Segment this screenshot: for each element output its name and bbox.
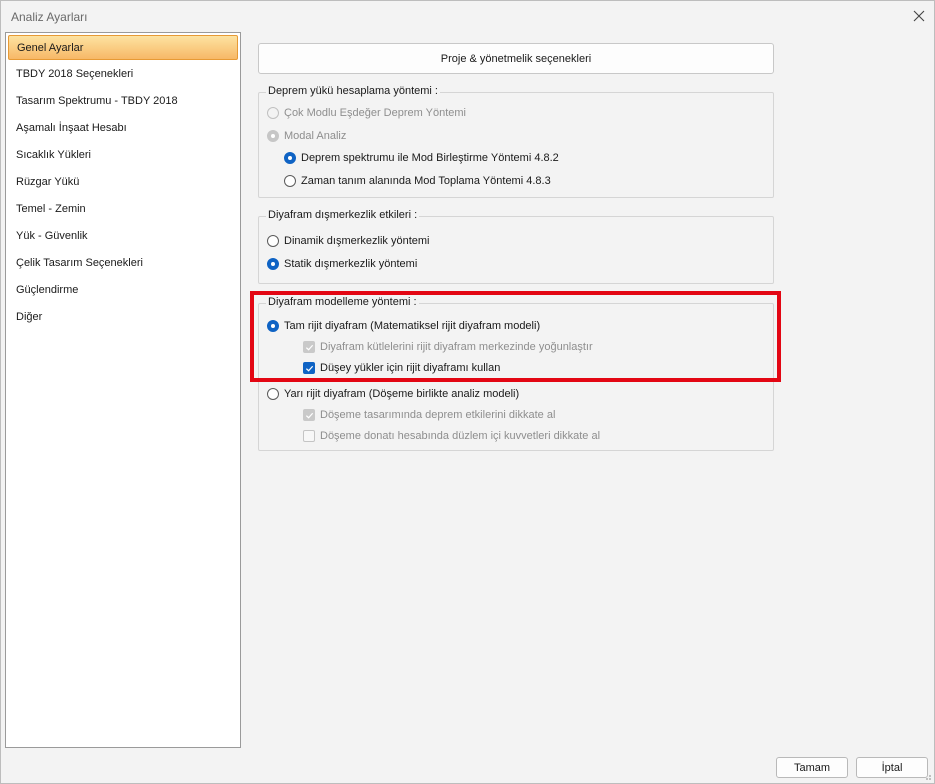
nav-item-label: Yük - Güvenlik	[16, 230, 88, 242]
checkbox-doseme-deprem[interactable]: Döşeme tasarımında deprem etkilerini dik…	[303, 409, 555, 421]
nav-item-label: Çelik Tasarım Seçenekleri	[16, 257, 143, 269]
checkbox-doseme-donati[interactable]: Döşeme donatı hesabında düzlem içi kuvve…	[303, 430, 600, 442]
nav-item-tbdy-2018[interactable]: TBDY 2018 Seçenekleri	[7, 62, 239, 87]
option-label: Döşeme tasarımında deprem etkilerini dik…	[320, 409, 556, 421]
nav-item-label: Aşamalı İnşaat Hesabı	[16, 122, 127, 134]
nav-item-asamali-insaat[interactable]: Aşamalı İnşaat Hesabı	[7, 116, 239, 141]
check-icon	[305, 412, 313, 419]
close-icon	[913, 10, 925, 22]
nav-item-label: Tasarım Spektrumu - TBDY 2018	[16, 95, 178, 107]
group-title: Diyafram dışmerkezlik etkileri :	[266, 209, 420, 221]
title-bar[interactable]: Analiz Ayarları	[1, 1, 934, 31]
option-label: Deprem spektrumu ile Mod Birleştirme Yön…	[301, 152, 559, 164]
cancel-button[interactable]: İptal	[856, 757, 928, 778]
eccentricity-group: Diyafram dışmerkezlik etkileri :	[258, 209, 774, 284]
window-title: Analiz Ayarları	[11, 10, 88, 24]
nav-item-yuk-guvenlik[interactable]: Yük - Güvenlik	[7, 224, 239, 249]
nav-item-diger[interactable]: Diğer	[7, 305, 239, 330]
nav-item-label: Genel Ayarlar	[17, 42, 84, 54]
ok-button[interactable]: Tamam	[776, 757, 848, 778]
resize-grip-icon[interactable]	[922, 771, 932, 781]
nav-item-label: Güçlendirme	[16, 284, 79, 296]
option-modal-analiz[interactable]: Modal Analiz	[267, 130, 346, 142]
nav-item-temel-zemin[interactable]: Temel - Zemin	[7, 197, 239, 222]
nav-item-label: Diğer	[16, 311, 43, 323]
highlight-annotation-box	[250, 291, 781, 382]
nav-item-celik-tasarim[interactable]: Çelik Tasarım Seçenekleri	[7, 251, 239, 276]
nav-item-sicaklik-yukleri[interactable]: Sıcaklık Yükleri	[7, 143, 239, 168]
radio-unchecked[interactable]	[284, 175, 296, 187]
nav-item-label: Rüzgar Yükü	[16, 176, 80, 188]
checkbox-unchecked[interactable]	[303, 430, 315, 442]
option-mod-toplama[interactable]: Zaman tanım alanında Mod Toplama Yöntemi…	[284, 175, 551, 187]
option-label: Statik dışmerkezlik yöntemi	[284, 258, 418, 270]
radio-unchecked[interactable]	[267, 235, 279, 247]
radio-unchecked[interactable]	[267, 107, 279, 119]
option-cok-modlu[interactable]: Çok Modlu Eşdeğer Deprem Yöntemi	[267, 107, 466, 119]
nav-item-label: Sıcaklık Yükleri	[16, 149, 91, 161]
nav-item-ruzgar-yuku[interactable]: Rüzgar Yükü	[7, 170, 239, 195]
checkbox-checked[interactable]	[303, 409, 315, 421]
option-dinamik-dismerkezlik[interactable]: Dinamik dışmerkezlik yöntemi	[267, 235, 429, 247]
option-label: Zaman tanım alanında Mod Toplama Yöntemi…	[301, 175, 551, 187]
option-yari-rijit[interactable]: Yarı rijit diyafram (Döşeme birlikte ana…	[267, 388, 519, 400]
option-mod-birlestirme[interactable]: Deprem spektrumu ile Mod Birleştirme Yön…	[284, 152, 559, 164]
nav-item-genel-ayarlar[interactable]: Genel Ayarlar	[8, 35, 238, 60]
radio-unchecked[interactable]	[267, 388, 279, 400]
project-code-options-button[interactable]: Proje & yönetmelik seçenekleri	[258, 43, 774, 74]
option-label: Dinamik dışmerkezlik yöntemi	[284, 235, 430, 247]
group-title: Deprem yükü hesaplama yöntemi :	[266, 85, 440, 97]
option-label: Yarı rijit diyafram (Döşeme birlikte ana…	[284, 388, 520, 400]
dialog-window: Analiz Ayarları Genel Ayarlar TBDY 2018 …	[0, 0, 935, 784]
nav-item-tasarim-spektrumu[interactable]: Tasarım Spektrumu - TBDY 2018	[7, 89, 239, 114]
option-label: Modal Analiz	[284, 130, 347, 142]
close-button[interactable]	[904, 1, 934, 31]
option-label: Çok Modlu Eşdeğer Deprem Yöntemi	[284, 107, 466, 119]
radio-checked[interactable]	[284, 152, 296, 164]
option-label: Döşeme donatı hesabında düzlem içi kuvve…	[320, 430, 601, 442]
nav-item-label: Temel - Zemin	[16, 203, 86, 215]
nav-item-guclendirme[interactable]: Güçlendirme	[7, 278, 239, 303]
radio-checked[interactable]	[267, 130, 279, 142]
nav-item-label: TBDY 2018 Seçenekleri	[16, 68, 134, 80]
radio-checked[interactable]	[267, 258, 279, 270]
settings-nav-list: Genel Ayarlar TBDY 2018 Seçenekleri Tasa…	[5, 32, 241, 748]
option-statik-dismerkezlik[interactable]: Statik dışmerkezlik yöntemi	[267, 258, 417, 270]
